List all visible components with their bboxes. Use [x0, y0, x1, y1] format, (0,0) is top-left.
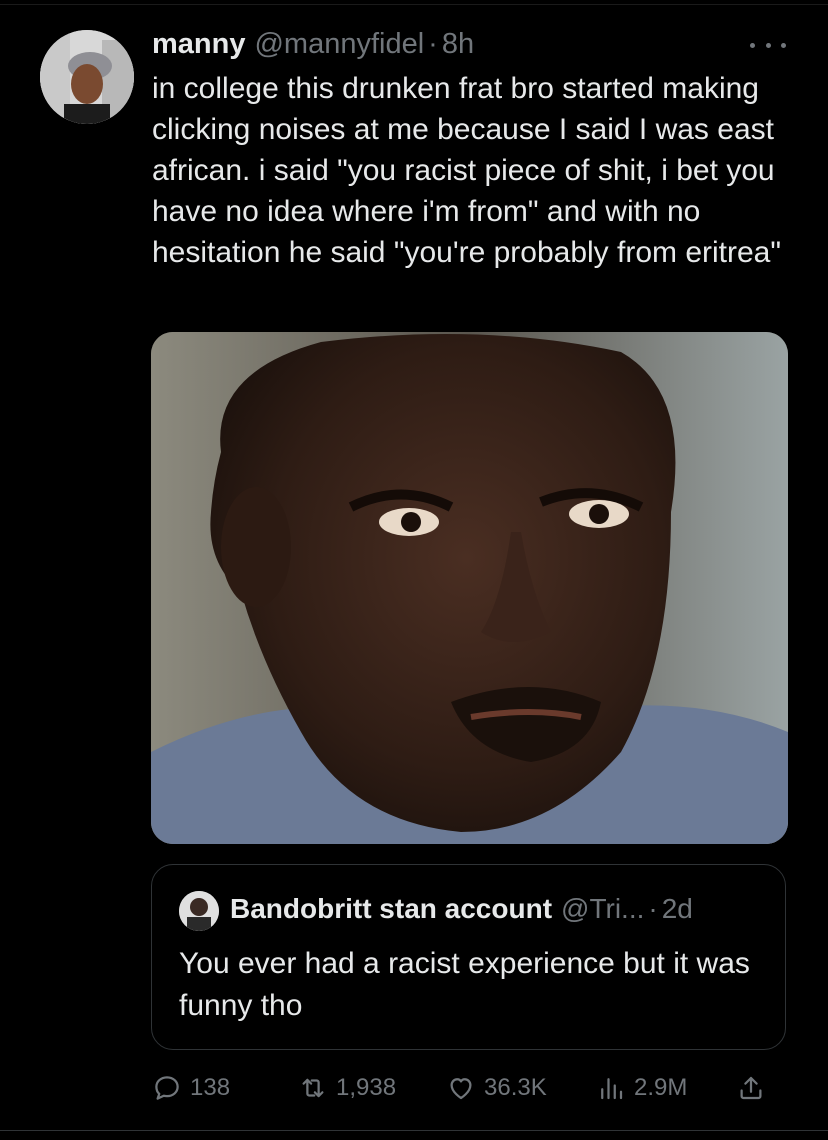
- retweet-icon: [302, 1078, 324, 1098]
- quote-author-avatar[interactable]: [179, 891, 219, 931]
- share-icon: [740, 1076, 762, 1100]
- quoted-tweet[interactable]: Bandobritt stan account @Tri... · 2d You…: [151, 864, 786, 1050]
- tweet-timestamp[interactable]: 8h: [442, 28, 474, 61]
- tweet-media-image[interactable]: [151, 332, 788, 844]
- retweet-count: 1,938: [336, 1074, 397, 1101]
- retweet-button[interactable]: 1,938: [298, 1068, 396, 1108]
- bottom-divider: [0, 1130, 828, 1131]
- like-count: 36.3K: [484, 1074, 547, 1101]
- more-dot: [765, 42, 771, 48]
- quote-text: You ever had a racist experience but it …: [179, 947, 750, 1022]
- author-avatar[interactable]: [40, 30, 134, 124]
- like-button[interactable]: 36.3K: [446, 1068, 547, 1108]
- quote-timestamp[interactable]: 2d: [662, 893, 693, 925]
- author-avatar-image: [40, 30, 134, 124]
- quote-header: Bandobritt stan account @Tri... · 2d: [230, 893, 693, 925]
- author-name[interactable]: manny: [152, 28, 245, 61]
- views-button[interactable]: 2.9M: [596, 1068, 687, 1108]
- quote-author-handle[interactable]: @Tri...: [561, 893, 644, 925]
- author-handle[interactable]: @mannyfidel: [254, 28, 424, 61]
- tweet-header: manny @mannyfidel · 8h: [152, 28, 474, 61]
- top-divider: [0, 0, 828, 5]
- more-dot: [750, 42, 755, 48]
- heart-icon: [450, 1078, 472, 1100]
- reply-button[interactable]: 138: [152, 1068, 230, 1108]
- quote-avatar-image: [179, 891, 219, 931]
- tweet-text: in college this drunken frat bro started…: [152, 72, 782, 269]
- views-count: 2.9M: [634, 1074, 688, 1101]
- more-dot: [781, 42, 786, 48]
- quote-header-separator: ·: [648, 893, 658, 924]
- media-photo: [151, 332, 788, 844]
- share-button[interactable]: [736, 1068, 766, 1108]
- more-horizontal-icon[interactable]: [750, 36, 786, 54]
- views-chart-icon: [601, 1078, 623, 1100]
- header-separator: ·: [428, 28, 438, 60]
- quote-author-name[interactable]: Bandobritt stan account: [230, 893, 552, 925]
- reply-count: 138: [190, 1074, 231, 1101]
- reply-icon: [155, 1076, 179, 1100]
- tweet-actions-bar: 138 1,938 36.3K 2.9M: [152, 1068, 788, 1108]
